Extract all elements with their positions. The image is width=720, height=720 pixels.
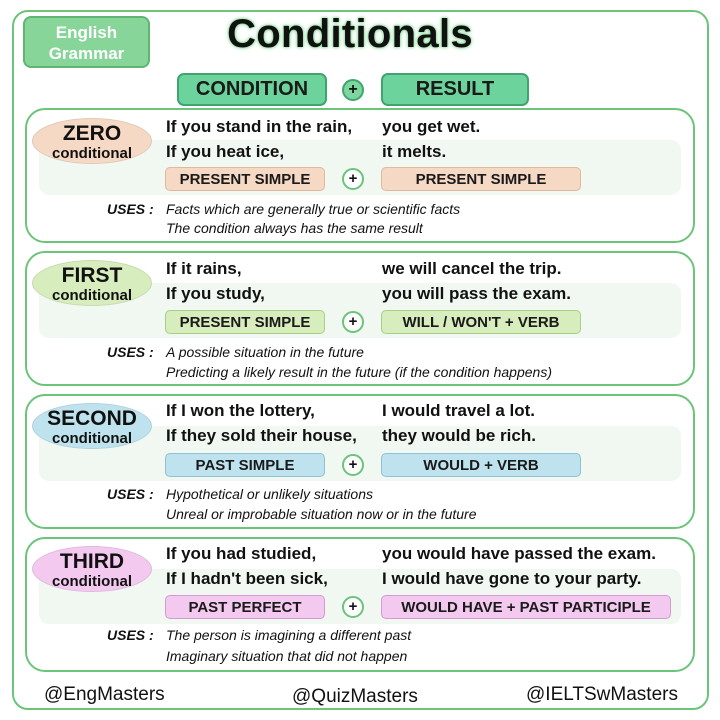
zero-condition-1: If you stand in the rain,: [166, 117, 353, 136]
result-header: RESULT: [381, 73, 529, 106]
label-title: FIRST: [61, 264, 123, 287]
first-result-2: you will pass the exam.: [382, 284, 571, 303]
third-result-form: WOULD HAVE + PAST PARTICIPLE: [381, 595, 671, 619]
plus-icon: +: [342, 454, 364, 476]
second-condition-1: If I won the lottery,: [166, 401, 315, 420]
plus-icon: +: [342, 311, 364, 333]
zero-result-2: it melts.: [382, 142, 447, 161]
page-title: Conditionals: [227, 12, 473, 56]
third-condition-2: If I hadn't been sick,: [166, 569, 328, 588]
first-use-1: A possible situation in the future: [166, 344, 364, 360]
third-result-1: you would have passed the exam.: [382, 544, 656, 563]
condition-header: CONDITION: [177, 73, 327, 106]
zero-conditional-label: ZERO conditional: [32, 118, 152, 164]
second-result-form: WOULD + VERB: [381, 453, 581, 477]
second-condition-form: PAST SIMPLE: [165, 453, 325, 477]
label-subtitle: conditional: [52, 287, 132, 304]
first-condition-form: PRESENT SIMPLE: [165, 310, 325, 334]
first-use-2: Predicting a likely result in the future…: [166, 364, 552, 380]
third-use-1: The person is imagining a different past: [166, 627, 412, 643]
first-result-1: we will cancel the trip.: [382, 259, 562, 278]
zero-use-2: The condition always has the same result: [166, 220, 423, 236]
second-use-1: Hypothetical or unlikely situations: [166, 486, 373, 502]
uses-label: USES :: [107, 486, 154, 502]
third-condition-form: PAST PERFECT: [165, 595, 325, 619]
label-title: SECOND: [47, 407, 137, 430]
zero-condition-2: If you heat ice,: [166, 142, 285, 161]
third-conditional-label: THIRD conditional: [32, 546, 152, 592]
zero-use-1: Facts which are generally true or scient…: [166, 201, 461, 217]
second-conditional-label: SECOND conditional: [32, 403, 152, 449]
header-plus-icon: +: [342, 79, 364, 101]
third-result-2: I would have gone to your party.: [382, 569, 642, 588]
label-title: ZERO: [62, 122, 122, 145]
plus-icon: +: [342, 168, 364, 190]
second-result-2: they would be rich.: [382, 426, 536, 445]
badge-line-2: Grammar: [48, 44, 125, 63]
first-conditional-label: FIRST conditional: [32, 260, 152, 306]
badge-line-1: English: [55, 23, 118, 42]
uses-label: USES :: [107, 201, 154, 217]
label-subtitle: conditional: [52, 430, 132, 447]
uses-label: USES :: [107, 627, 154, 643]
third-condition-1: If you had studied,: [166, 544, 317, 563]
plus-icon: +: [342, 596, 364, 618]
first-condition-1: If it rains,: [166, 259, 242, 278]
english-grammar-badge: English Grammar: [23, 16, 150, 68]
second-use-2: Unreal or improbable situation now or in…: [166, 506, 477, 522]
second-condition-2: If they sold their house,: [166, 426, 357, 445]
footer-handle-right: @IELTSwMasters: [526, 684, 678, 705]
label-subtitle: conditional: [52, 145, 132, 162]
label-title: THIRD: [59, 550, 125, 573]
footer-handle-center: @QuizMasters: [292, 686, 418, 707]
zero-result-form: PRESENT SIMPLE: [381, 167, 581, 191]
first-condition-2: If you study,: [166, 284, 265, 303]
third-use-2: Imaginary situation that did not happen: [166, 648, 408, 664]
zero-result-1: you get wet.: [382, 117, 481, 136]
first-result-form: WILL / WON'T + VERB: [381, 310, 581, 334]
footer-handle-left: @EngMasters: [44, 684, 165, 705]
uses-label: USES :: [107, 344, 154, 360]
label-subtitle: conditional: [52, 573, 132, 590]
second-result-1: I would travel a lot.: [382, 401, 536, 420]
zero-condition-form: PRESENT SIMPLE: [165, 167, 325, 191]
